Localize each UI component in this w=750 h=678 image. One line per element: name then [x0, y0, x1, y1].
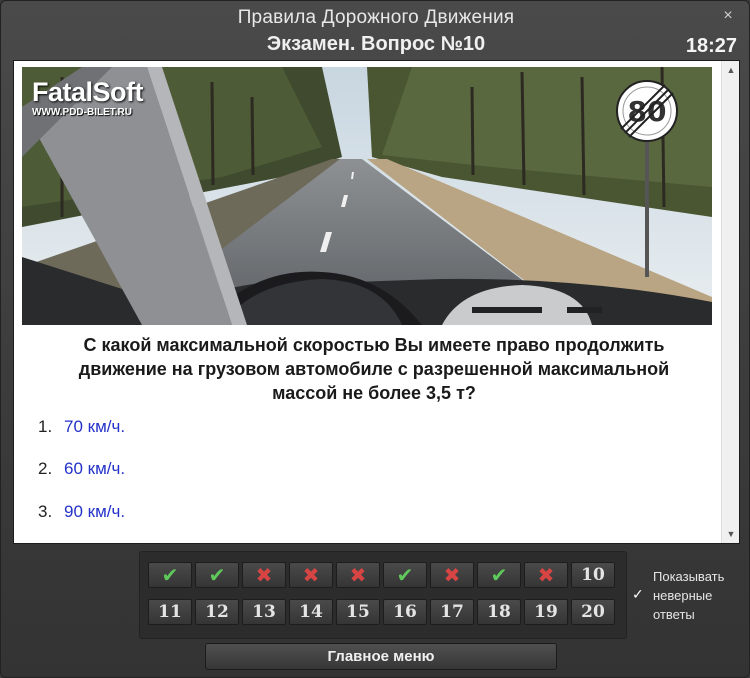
question-button-4[interactable]: ✖ [289, 562, 333, 588]
answer-number: 3. [38, 502, 53, 521]
check-icon: ✔ [396, 563, 414, 587]
answer-text[interactable]: 60 км/ч. [64, 459, 125, 478]
answer-option-3[interactable]: 3. 90 км/ч. [38, 500, 338, 524]
vertical-scrollbar[interactable]: ▲ ▼ [721, 61, 739, 543]
logo-site: WWW.PDD-BILET.RU [32, 107, 132, 118]
question-button-9[interactable]: ✖ [524, 562, 568, 588]
check-icon: ✔ [208, 563, 226, 587]
answer-number: 2. [38, 459, 53, 478]
app-window: Правила Дорожного Движения × Экзамен. Во… [0, 0, 750, 678]
main-menu-button[interactable]: Главное меню [205, 643, 557, 670]
show-wrong-answers-checkbox[interactable]: ✓ [632, 587, 646, 601]
answer-text[interactable]: 90 км/ч. [64, 502, 125, 521]
show-wrong-answers-label: Показывать неверные ответы [653, 567, 745, 624]
cross-icon: ✖ [302, 563, 320, 587]
exam-question-heading: Экзамен. Вопрос №10 [266, 33, 486, 55]
question-button-18[interactable]: 18 [477, 599, 521, 625]
logo-name: FatalSoft [32, 77, 144, 107]
label-line: ответы [653, 607, 695, 622]
question-button-16[interactable]: 16 [383, 599, 427, 625]
exam-timer: 18:27 [685, 35, 737, 57]
question-button-15[interactable]: 15 [336, 599, 380, 625]
scroll-down-icon[interactable]: ▼ [726, 529, 736, 539]
question-button-11[interactable]: 11 [148, 599, 192, 625]
cross-icon: ✖ [255, 563, 273, 587]
question-button-20[interactable]: 20 [571, 599, 615, 625]
cross-icon: ✖ [537, 563, 555, 587]
question-button-1[interactable]: ✔ [148, 562, 192, 588]
question-button-10[interactable]: 10 [571, 562, 615, 588]
check-icon: ✔ [490, 563, 508, 587]
scroll-up-icon[interactable]: ▲ [726, 65, 736, 75]
question-button-17[interactable]: 17 [430, 599, 474, 625]
answer-number: 1. [38, 417, 53, 436]
question-line: С какой максимальной скоростью Вы имеете… [83, 335, 665, 355]
question-button-3[interactable]: ✖ [242, 562, 286, 588]
question-button-2[interactable]: ✔ [195, 562, 239, 588]
window-title: Правила Дорожного Движения [237, 7, 515, 28]
question-button-13[interactable]: 13 [242, 599, 286, 625]
question-line: движение на грузовом автомобиле с разреш… [78, 359, 670, 379]
close-icon[interactable]: × [721, 8, 735, 24]
question-navigator: ✔ ✔ ✖ ✖ ✖ ✔ ✖ ✔ ✖ 10 11 12 13 14 15 16 1… [139, 551, 627, 639]
question-button-6[interactable]: ✔ [383, 562, 427, 588]
question-panel: 80 FatalSoft WWW.PDD [13, 60, 740, 544]
label-line: Показывать [653, 569, 725, 584]
label-line: неверные [653, 588, 713, 603]
question-line: массой не более 3,5 т? [272, 383, 476, 403]
question-button-19[interactable]: 19 [524, 599, 568, 625]
question-text: С какой максимальной скоростью Вы имеете… [34, 333, 714, 405]
cross-icon: ✖ [443, 563, 461, 587]
cross-icon: ✖ [349, 563, 367, 587]
question-button-5[interactable]: ✖ [336, 562, 380, 588]
answer-option-1[interactable]: 1. 70 км/ч. [38, 415, 338, 439]
answer-text[interactable]: 70 км/ч. [64, 417, 125, 436]
fatalsoft-logo: FatalSoft WWW.PDD-BILET.RU [32, 77, 144, 118]
question-button-8[interactable]: ✔ [477, 562, 521, 588]
question-image: 80 FatalSoft WWW.PDD [22, 67, 712, 325]
question-button-7[interactable]: ✖ [430, 562, 474, 588]
answer-option-2[interactable]: 2. 60 км/ч. [38, 457, 338, 481]
check-icon: ✔ [161, 563, 179, 587]
question-button-14[interactable]: 14 [289, 599, 333, 625]
question-button-12[interactable]: 12 [195, 599, 239, 625]
